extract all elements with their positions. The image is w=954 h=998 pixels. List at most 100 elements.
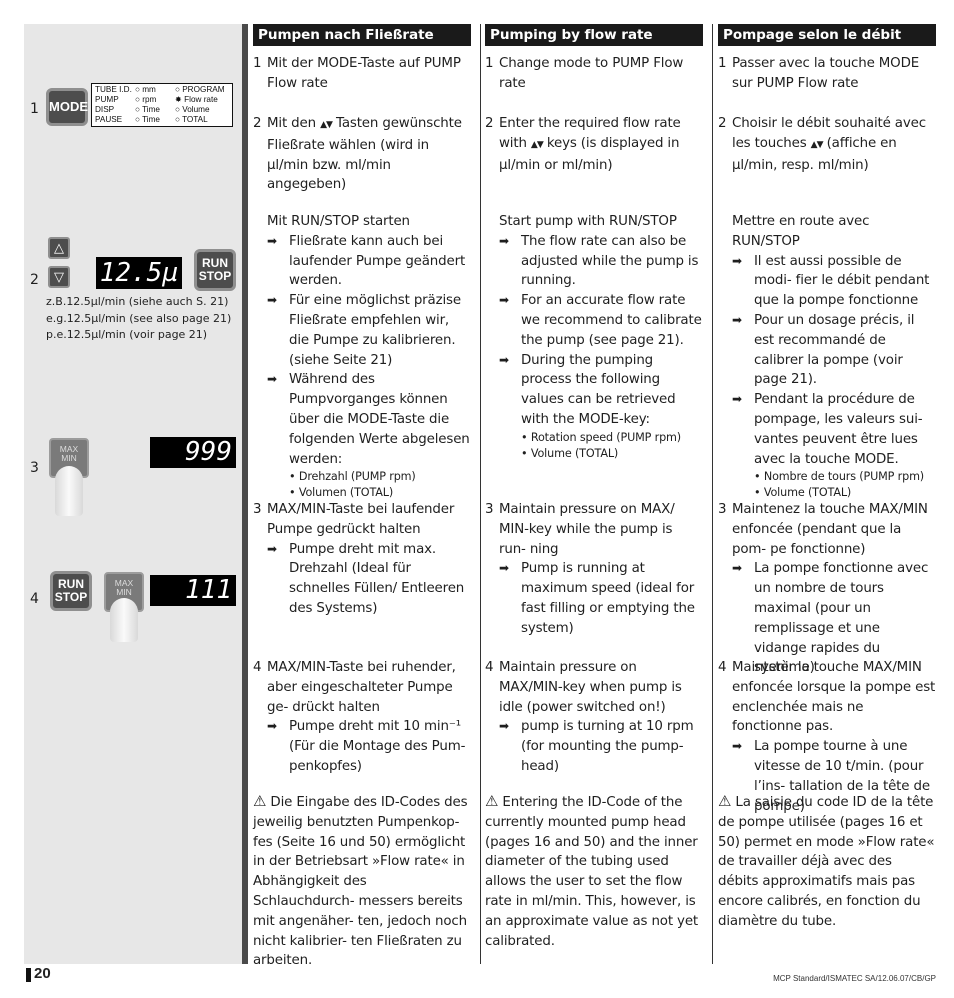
warning-text: La saisie du code ID de la tête de pompe… xyxy=(718,795,935,929)
note-text: Pumpe dreht mit 10 min⁻¹ (Für die Montag… xyxy=(289,719,466,774)
display-row: TUBE I.D. ○ mm ○ PROGRAM xyxy=(95,85,229,95)
up-down-keys-icon: ▲▼ xyxy=(810,139,824,150)
arrow-right-icon: ➡ xyxy=(267,293,277,308)
step-2: 2 Enter the required flow rate with ▲▼ ke… xyxy=(485,114,703,175)
step-4: 4 Maintain pressure on MAX/MIN-key when p… xyxy=(485,658,703,777)
display-label-active: ✸ Flow rate xyxy=(175,95,218,104)
arrow-right-icon: ➡ xyxy=(499,352,509,367)
arrow-right-icon: ➡ xyxy=(499,561,509,576)
start-text: Mit RUN/STOP starten xyxy=(267,214,410,229)
display-label: ○ mm xyxy=(135,85,156,94)
finger-press-icon xyxy=(55,466,83,516)
bullet-item: • Volumen (TOTAL) xyxy=(289,486,394,500)
step-1: 1 Mit der MODE-Taste auf PUMP Flow rate xyxy=(253,54,471,94)
sidebar-divider xyxy=(242,24,248,964)
warning-icon: ⚠ xyxy=(485,792,499,810)
arrow-right-icon: ➡ xyxy=(499,233,509,248)
start-text: Start pump with RUN/STOP xyxy=(499,214,677,229)
up-arrow-key-icon: △ xyxy=(48,237,70,259)
column-german: Pumpen nach Fließrate 1 Mit der MODE-Tast… xyxy=(253,24,471,968)
step-text: Enter the required flow rate with ▲▼ key… xyxy=(499,116,681,173)
step-number: 4 xyxy=(718,660,727,675)
step-number: 1 xyxy=(718,56,727,71)
display-label: ○ Time xyxy=(135,115,160,124)
arrow-right-icon: ➡ xyxy=(732,253,742,268)
column-heading: Pompage selon le débit xyxy=(718,24,936,46)
key-label: STOP xyxy=(198,269,232,283)
column-english: Pumping by flow rate 1 Change mode to PUM… xyxy=(485,24,703,949)
figure-step-number: 4 xyxy=(30,591,39,607)
column-divider xyxy=(480,24,481,964)
arrow-right-icon: ➡ xyxy=(732,392,742,407)
display-label: ○ rpm xyxy=(135,95,157,104)
warning-icon: ⚠ xyxy=(253,792,267,810)
page-number: 20 xyxy=(34,965,51,982)
display-label: ○ TOTAL xyxy=(175,115,208,124)
note-text: Il est aussi possible de modi- fier le d… xyxy=(754,253,930,309)
step-text: Maintain pressure on MAX/ MIN-key while … xyxy=(499,502,675,557)
led-display-max: 999 xyxy=(150,437,236,468)
display-label: ○ Volume xyxy=(175,105,210,114)
arrow-right-icon: ➡ xyxy=(267,372,277,387)
arrow-right-icon: ➡ xyxy=(267,719,277,734)
step-text: Mit den ▲▼ Tasten gewünschte Fließrate w… xyxy=(267,116,462,193)
column-heading: Pumping by flow rate xyxy=(485,24,703,46)
down-arrow-key-icon: ▽ xyxy=(48,266,70,288)
display-row: PUMP ○ rpm ✸ Flow rate xyxy=(95,95,229,105)
step-4: 4 MAX/MIN-Taste bei ruhender, aber einges… xyxy=(253,658,471,777)
step-text: Maintain pressure on MAX/MIN-key when pu… xyxy=(499,660,682,715)
display-label: TUBE I.D. xyxy=(95,85,132,94)
page-marker xyxy=(26,968,31,982)
column-french: Pompage selon le débit 1 Passer avec la t… xyxy=(718,24,936,929)
note-text: Fließrate kann auch bei laufender Pumpe … xyxy=(289,233,466,289)
column-divider xyxy=(712,24,713,964)
note-text: Pour un dosage précis, il est recommandé… xyxy=(754,312,915,388)
example-de: z.B.12.5µl/min (siehe auch S. 21) xyxy=(46,295,229,308)
column-heading: Pumpen nach Fließrate xyxy=(253,24,471,46)
figure-step-number: 2 xyxy=(30,272,39,288)
step-text: Mit der MODE-Taste auf PUMP Flow rate xyxy=(267,56,461,91)
step-text: Choisir le débit souhaité avec les touch… xyxy=(732,116,926,173)
step-number: 4 xyxy=(485,660,494,675)
step-text: Passer avec la touche MODE sur PUMP Flow… xyxy=(732,56,920,91)
warning-note: ⚠ La saisie du code ID de la tête de pom… xyxy=(718,792,936,932)
step-1: 1 Change mode to PUMP Flow rate xyxy=(485,54,703,94)
mode-key: MODE xyxy=(46,88,88,126)
start-instructions: Mettre en route avec RUN/STOP ➡ Il est au… xyxy=(718,212,936,501)
step-text: MAX/MIN-Taste bei laufender Pumpe gedrüc… xyxy=(267,502,455,537)
warning-note: ⚠ Die Eingabe des ID-Codes des jeweilig … xyxy=(253,792,471,971)
step-number: 2 xyxy=(253,116,262,131)
note-text: pump is turning at 10 rpm (for mounting … xyxy=(521,719,694,774)
step-text: Maintenez la touche MAX/MIN enfoncée (pe… xyxy=(732,502,928,557)
start-instructions: Start pump with RUN/STOP ➡ The flow rate … xyxy=(485,212,703,462)
display-label: DISP xyxy=(95,105,115,114)
step-number: 1 xyxy=(485,56,494,71)
example-fr: p.e.12.5µl/min (voir page 21) xyxy=(46,328,208,341)
finger-press-icon xyxy=(110,598,138,642)
display-label: PAUSE xyxy=(95,115,123,124)
step-3: 3 Maintenez la touche MAX/MIN enfoncée (p… xyxy=(718,500,936,678)
display-label: ○ Time xyxy=(135,105,160,114)
warning-icon: ⚠ xyxy=(718,792,732,810)
note-text: For an accurate flow rate we recommend t… xyxy=(521,293,702,348)
up-down-keys-icon: ▲▼ xyxy=(320,120,333,130)
start-text: Mettre en route avec RUN/STOP xyxy=(732,214,870,249)
step-1: 1 Passer avec la touche MODE sur PUMP Flo… xyxy=(718,54,936,94)
key-label: MIN xyxy=(116,587,132,597)
arrow-right-icon: ➡ xyxy=(499,719,509,734)
display-row: DISP ○ Time ○ Volume xyxy=(95,105,229,115)
up-down-keys-icon: ▲▼ xyxy=(530,139,544,150)
key-label: STOP xyxy=(54,590,88,604)
note-text: Pendant la procédure de pompage, les val… xyxy=(754,392,923,467)
key-label: MIN xyxy=(61,453,77,463)
arrow-right-icon: ➡ xyxy=(499,293,509,308)
arrow-right-icon: ➡ xyxy=(267,541,277,556)
example-notes: z.B.12.5µl/min (siehe auch S. 21) e.g.12… xyxy=(46,294,231,344)
warning-text: Entering the ID-Code of the currently mo… xyxy=(485,795,699,949)
note-text: Während des Pumpvorganges können über di… xyxy=(289,372,470,467)
run-stop-key: RUN STOP xyxy=(194,249,236,291)
warning-text: Die Eingabe des ID-Codes des jeweilig be… xyxy=(253,795,468,969)
step-text: Maintenir la touche MAX/MIN enfoncée lor… xyxy=(732,660,936,735)
bullet-item: • Drehzahl (PUMP rpm) xyxy=(289,470,416,484)
warning-note: ⚠ Entering the ID-Code of the currently … xyxy=(485,792,703,951)
